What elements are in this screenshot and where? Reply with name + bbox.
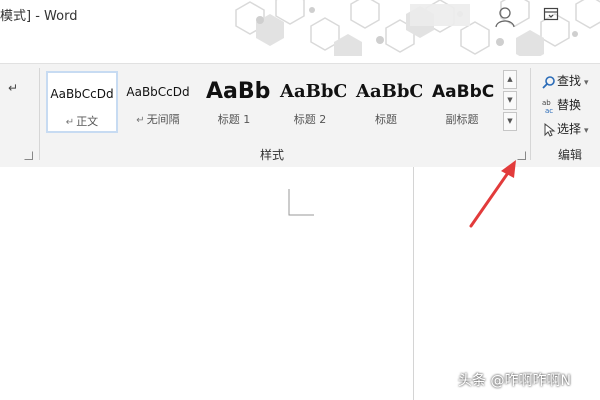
find-button[interactable]: 查找 ▾ xyxy=(541,72,589,92)
svg-text:ab: ab xyxy=(542,99,551,107)
gallery-scroll-down-icon[interactable]: ▼ xyxy=(503,91,517,110)
gallery-more-icon[interactable]: ▼ xyxy=(503,112,517,131)
style-name-label: 标题 2 xyxy=(293,113,327,126)
chevron-down-icon: ▾ xyxy=(584,126,589,136)
document-area[interactable] xyxy=(0,167,600,400)
paragraph-mark-icon: ↵ xyxy=(136,115,145,126)
cursor-icon xyxy=(544,122,556,137)
title-bar: 模式] - Word xyxy=(0,0,600,56)
style-heading-1[interactable]: AaBb 标题 1 xyxy=(198,71,270,133)
style-title[interactable]: AaBbC 标题 xyxy=(350,71,422,133)
styles-gallery: AaBbCcDd ↵ 正文 AaBbCcDd ↵ 无间隔 AaBb 标题 1 AaB… xyxy=(46,71,502,133)
group-divider xyxy=(39,68,40,160)
styles-dialog-launcher-icon[interactable] xyxy=(517,151,526,160)
style-name: ↵ 无间隔 xyxy=(122,111,194,127)
gallery-scroll: ▲ ▼ ▼ xyxy=(503,70,517,132)
watermark: 头条 @咋啊咋啊N xyxy=(458,373,571,389)
user-icon[interactable] xyxy=(493,4,517,28)
ribbon: ↵ AaBbCcDd ↵ 正文 AaBbCcDd ↵ 无间隔 AaBb 标题 1 A… xyxy=(0,63,600,168)
style-name-label: 标题 xyxy=(375,113,397,126)
paragraph-dialog-launcher-icon[interactable] xyxy=(24,151,33,160)
search-icon xyxy=(542,75,555,89)
window-title: 模式] - Word xyxy=(0,9,78,24)
svg-text:ac: ac xyxy=(545,107,553,114)
group-divider xyxy=(530,68,531,160)
chevron-down-icon: ▾ xyxy=(584,78,589,88)
page-margin-corner-mark xyxy=(288,189,314,216)
style-name-label: 正文 xyxy=(76,115,99,128)
style-name-label: 副标题 xyxy=(445,113,479,126)
style-sample: AaBbCcDd xyxy=(126,85,190,99)
select-button[interactable]: 选择 ▾ xyxy=(541,120,589,140)
replace-icon: ab ac xyxy=(542,99,553,114)
select-label: 选择 xyxy=(557,122,582,136)
style-sample: AaBb xyxy=(206,79,270,104)
style-heading-2[interactable]: AaBbC 标题 2 xyxy=(274,71,346,133)
paragraph-mark-icon[interactable]: ↵ xyxy=(8,81,18,95)
style-sample: AaBbC xyxy=(432,82,495,102)
gallery-scroll-up-icon[interactable]: ▲ xyxy=(503,70,517,89)
style-subtitle[interactable]: AaBbC 副标题 xyxy=(426,71,498,133)
style-no-spacing[interactable]: AaBbCcDd ↵ 无间隔 xyxy=(122,71,194,133)
style-name-label: 标题 1 xyxy=(217,113,251,126)
style-name: ↵ 正文 xyxy=(48,113,116,129)
style-normal[interactable]: AaBbCcDd ↵ 正文 xyxy=(46,71,118,133)
replace-label: 替换 xyxy=(557,98,582,112)
styles-group-label: 样式 xyxy=(260,148,285,162)
editing-group-label: 编辑 xyxy=(558,148,583,162)
replace-button[interactable]: ab ac 替换 xyxy=(541,96,581,116)
style-sample: AaBbC xyxy=(356,81,422,102)
style-name-label: 无间隔 xyxy=(146,113,180,126)
ribbon-display-options-icon[interactable] xyxy=(543,6,559,22)
style-sample: AaBbCcDd xyxy=(50,87,114,101)
paragraph-mark-icon: ↵ xyxy=(65,117,75,128)
find-label: 查找 xyxy=(557,74,582,88)
page-edge xyxy=(413,167,414,400)
style-sample: AaBbC xyxy=(280,81,346,102)
